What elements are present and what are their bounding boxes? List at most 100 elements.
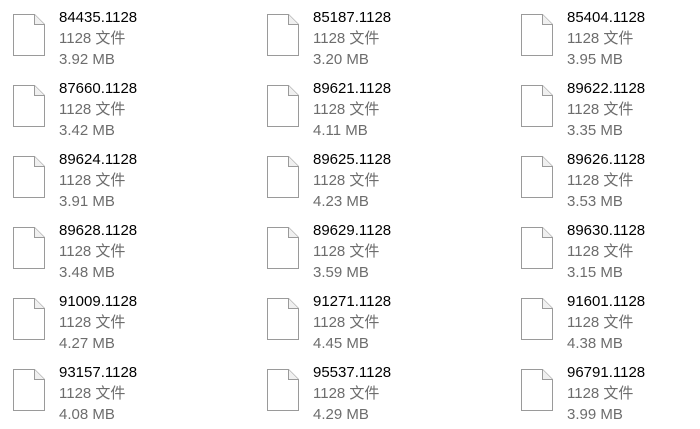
file-type: 1128 文件: [313, 101, 380, 118]
file-type: 1128 文件: [59, 385, 126, 402]
file-icon: [266, 155, 300, 199]
file-icon: [12, 84, 46, 128]
file-size: 3.91 MB: [59, 193, 115, 210]
file-size: 4.11 MB: [313, 122, 368, 139]
file-tile[interactable]: 93157.1128 1128 文件 4.08 MB: [0, 355, 230, 423]
file-tile[interactable]: 89622.1128 1128 文件 3.35 MB: [508, 71, 700, 139]
file-tile[interactable]: 89628.1128 1128 文件 3.48 MB: [0, 213, 230, 281]
file-icon: [12, 226, 46, 270]
file-icon: [520, 84, 554, 128]
file-tile[interactable]: 96791.1128 1128 文件 3.99 MB: [508, 355, 700, 423]
file-icon: [520, 13, 554, 57]
file-tile[interactable]: 89626.1128 1128 文件 3.53 MB: [508, 142, 700, 210]
file-icon: [520, 226, 554, 270]
file-meta: 84435.1128 1128 文件 3.92 MB: [59, 7, 229, 70]
file-name: 89629.1128: [313, 222, 392, 239]
file-size: 3.95 MB: [567, 51, 623, 68]
file-meta: 89628.1128 1128 文件 3.48 MB: [59, 220, 229, 283]
file-icon: [520, 368, 554, 412]
file-type: 1128 文件: [313, 172, 380, 189]
file-meta: 91009.1128 1128 文件 4.27 MB: [59, 291, 229, 354]
file-type: 1128 文件: [567, 243, 634, 260]
file-type: 1128 文件: [313, 30, 380, 47]
file-icon: [266, 297, 300, 341]
file-type: 1128 文件: [59, 172, 126, 189]
file-meta: 89622.1128 1128 文件 3.35 MB: [567, 78, 700, 141]
file-size: 3.20 MB: [313, 51, 369, 68]
file-type: 1128 文件: [59, 314, 126, 331]
file-type: 1128 文件: [59, 30, 126, 47]
file-meta: 89625.1128 1128 文件 4.23 MB: [313, 149, 483, 212]
file-size: 3.92 MB: [59, 51, 115, 68]
file-size: 4.23 MB: [313, 193, 369, 210]
file-size: 4.27 MB: [59, 335, 115, 352]
file-meta: 96791.1128 1128 文件 3.99 MB: [567, 362, 700, 425]
file-icon: [520, 155, 554, 199]
file-tile[interactable]: 91601.1128 1128 文件 4.38 MB: [508, 284, 700, 352]
file-size: 4.08 MB: [59, 406, 115, 423]
file-name: 89622.1128: [567, 80, 646, 97]
file-name: 85187.1128: [313, 9, 392, 26]
file-size: 4.29 MB: [313, 406, 369, 423]
file-type: 1128 文件: [567, 30, 634, 47]
file-name: 96791.1128: [567, 364, 646, 381]
file-tile[interactable]: 85187.1128 1128 文件 3.20 MB: [254, 0, 484, 68]
file-meta: 89629.1128 1128 文件 3.59 MB: [313, 220, 483, 283]
file-tile[interactable]: 91009.1128 1128 文件 4.27 MB: [0, 284, 230, 352]
file-size: 3.42 MB: [59, 122, 115, 139]
file-meta: 89630.1128 1128 文件 3.15 MB: [567, 220, 700, 283]
file-name: 89628.1128: [59, 222, 138, 239]
file-type: 1128 文件: [59, 243, 126, 260]
file-tile-grid: 84435.1128 1128 文件 3.92 MB 85187.1128 11…: [0, 0, 700, 429]
file-type: 1128 文件: [567, 385, 634, 402]
file-icon: [520, 297, 554, 341]
file-tile[interactable]: 85404.1128 1128 文件 3.95 MB: [508, 0, 700, 68]
file-size: 3.99 MB: [567, 406, 623, 423]
file-name: 89625.1128: [313, 151, 392, 168]
file-meta: 89621.1128 1128 文件 4.11 MB: [313, 78, 483, 141]
file-tile[interactable]: 91271.1128 1128 文件 4.45 MB: [254, 284, 484, 352]
file-name: 89624.1128: [59, 151, 138, 168]
file-type: 1128 文件: [59, 101, 126, 118]
file-tile[interactable]: 89625.1128 1128 文件 4.23 MB: [254, 142, 484, 210]
file-tile[interactable]: 87660.1128 1128 文件 3.42 MB: [0, 71, 230, 139]
file-type: 1128 文件: [567, 172, 634, 189]
file-name: 89630.1128: [567, 222, 646, 239]
file-icon: [266, 13, 300, 57]
file-tile[interactable]: 89630.1128 1128 文件 3.15 MB: [508, 213, 700, 281]
file-name: 93157.1128: [59, 364, 138, 381]
file-type: 1128 文件: [313, 314, 380, 331]
file-tile[interactable]: 84435.1128 1128 文件 3.92 MB: [0, 0, 230, 68]
file-name: 89621.1128: [313, 80, 392, 97]
file-icon: [12, 155, 46, 199]
file-size: 3.15 MB: [567, 264, 623, 281]
file-tile[interactable]: 95537.1128 1128 文件 4.29 MB: [254, 355, 484, 423]
file-name: 87660.1128: [59, 80, 138, 97]
file-icon: [266, 226, 300, 270]
file-tile[interactable]: 89621.1128 1128 文件 4.11 MB: [254, 71, 484, 139]
file-icon: [266, 84, 300, 128]
file-icon: [12, 297, 46, 341]
file-size: 3.48 MB: [59, 264, 115, 281]
file-name: 91601.1128: [567, 293, 646, 310]
file-icon: [266, 368, 300, 412]
file-meta: 85187.1128 1128 文件 3.20 MB: [313, 7, 483, 70]
file-name: 85404.1128: [567, 9, 646, 26]
file-icon: [12, 368, 46, 412]
file-name: 89626.1128: [567, 151, 646, 168]
file-name: 91009.1128: [59, 293, 138, 310]
file-meta: 95537.1128 1128 文件 4.29 MB: [313, 362, 483, 425]
file-name: 84435.1128: [59, 9, 138, 26]
file-size: 3.59 MB: [313, 264, 369, 281]
file-meta: 89626.1128 1128 文件 3.53 MB: [567, 149, 700, 212]
file-size: 4.45 MB: [313, 335, 369, 352]
file-meta: 93157.1128 1128 文件 4.08 MB: [59, 362, 229, 425]
file-icon: [12, 13, 46, 57]
file-type: 1128 文件: [313, 385, 380, 402]
file-meta: 91601.1128 1128 文件 4.38 MB: [567, 291, 700, 354]
file-meta: 91271.1128 1128 文件 4.45 MB: [313, 291, 483, 354]
file-tile[interactable]: 89624.1128 1128 文件 3.91 MB: [0, 142, 230, 210]
file-tile[interactable]: 89629.1128 1128 文件 3.59 MB: [254, 213, 484, 281]
file-name: 95537.1128: [313, 364, 392, 381]
file-name: 91271.1128: [313, 293, 392, 310]
